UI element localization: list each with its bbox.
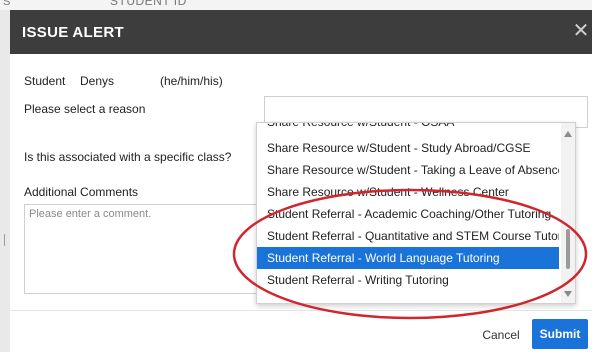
scrollbar-thumb[interactable]	[566, 229, 570, 269]
dropdown-option-selected[interactable]: Student Referral - World Language Tutori…	[257, 247, 559, 269]
dropdown-option[interactable]: Student Referral - Academic Coaching/Oth…	[257, 203, 559, 225]
footer-divider	[10, 310, 592, 311]
comments-label: Additional Comments	[24, 185, 139, 199]
background-page-strip: S STUDENT ID	[0, 0, 592, 10]
dialog-titlebar: ISSUE ALERT ✕	[10, 10, 592, 54]
dropdown-scrollbar[interactable]	[561, 123, 575, 303]
dropdown-option[interactable]: Student Referral - Quantitative and STEM…	[257, 225, 559, 247]
student-label: Student	[24, 74, 66, 88]
cancel-button[interactable]: Cancel	[472, 322, 530, 348]
reason-label: Please select a reason	[24, 102, 146, 116]
scroll-up-icon[interactable]	[564, 131, 572, 137]
dropdown-option[interactable]: Student Referral - Writing Tutoring	[257, 269, 559, 291]
dropdown-option[interactable]: Share Resource w/Student - Wellness Cent…	[257, 181, 559, 203]
comments-placeholder: Please enter a comment.	[29, 208, 152, 220]
background-partial-letter: S	[3, 0, 11, 8]
close-icon[interactable]: ✕	[570, 18, 592, 44]
scroll-down-icon[interactable]	[564, 291, 572, 297]
submit-button[interactable]: Submit	[532, 319, 588, 349]
dropdown-option[interactable]: Share Resource w/Student - Study Abroad/…	[257, 137, 559, 159]
dropdown-option[interactable]: Share Resource w/Student - OSAA	[257, 123, 559, 133]
dropdown-option[interactable]: Share Resource w/Student - Taking a Leav…	[257, 159, 559, 181]
student-name: Denys	[80, 74, 115, 88]
dialog-title: ISSUE ALERT	[22, 24, 124, 41]
background-left-edge	[0, 10, 10, 352]
reason-dropdown-list[interactable]: Share Resource w/Student - OSAA Share Re…	[256, 122, 576, 304]
class-label: Is this associated with a specific class…	[24, 150, 232, 164]
student-pronouns: (he/him/his)	[160, 74, 223, 88]
background-mark	[4, 234, 5, 246]
background-partial-text: STUDENT ID	[110, 0, 187, 8]
